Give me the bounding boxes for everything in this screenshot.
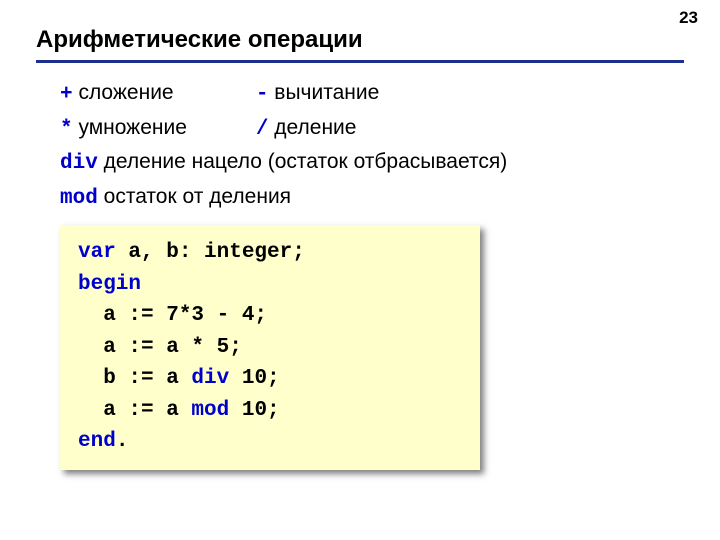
op-mod-symbol: mod: [60, 187, 98, 210]
kw-div: div: [191, 367, 229, 390]
op-mul-symbol: *: [60, 118, 73, 141]
slide: 23 Арифметические операции + сложение - …: [0, 0, 720, 540]
op-div-desc: деление: [268, 116, 356, 139]
code-l6a: a := a: [78, 399, 191, 422]
code-l5c: 10;: [229, 367, 279, 390]
op-mod-desc: остаток от деления: [98, 185, 291, 208]
code-l4: a := a * 5;: [78, 336, 242, 359]
code-l7b: .: [116, 430, 129, 453]
op-row-2: * умножение / деление: [60, 112, 684, 147]
page-number: 23: [679, 8, 698, 28]
op-plus-symbol: +: [60, 83, 73, 106]
slide-title: Арифметические операции: [36, 26, 684, 63]
kw-begin: begin: [78, 273, 141, 296]
op-row-3: div деление нацело (остаток отбрасываетс…: [60, 146, 684, 181]
code-l1b: a, b: integer;: [116, 241, 305, 264]
op-row-4: mod остаток от деления: [60, 181, 684, 216]
op-intdiv-desc: деление нацело (остаток отбрасывается): [98, 150, 507, 173]
code-l6c: 10;: [229, 399, 279, 422]
op-plus-desc: сложение: [73, 81, 174, 104]
kw-var: var: [78, 241, 116, 264]
kw-end: end: [78, 430, 116, 453]
code-block: var a, b: integer; begin a := 7*3 - 4; a…: [60, 225, 480, 470]
code-l5a: b := a: [78, 367, 191, 390]
operators-list: + сложение - вычитание * умножение / дел…: [60, 77, 684, 215]
code-l3: a := 7*3 - 4;: [78, 304, 267, 327]
op-row-1: + сложение - вычитание: [60, 77, 684, 112]
op-intdiv-symbol: div: [60, 152, 98, 175]
op-div-symbol: /: [256, 118, 269, 141]
kw-mod: mod: [191, 399, 229, 422]
code-content: var a, b: integer; begin a := 7*3 - 4; a…: [78, 237, 462, 458]
op-mul-desc: умножение: [73, 116, 187, 139]
op-minus-symbol: -: [256, 83, 269, 106]
op-minus-desc: вычитание: [268, 81, 379, 104]
